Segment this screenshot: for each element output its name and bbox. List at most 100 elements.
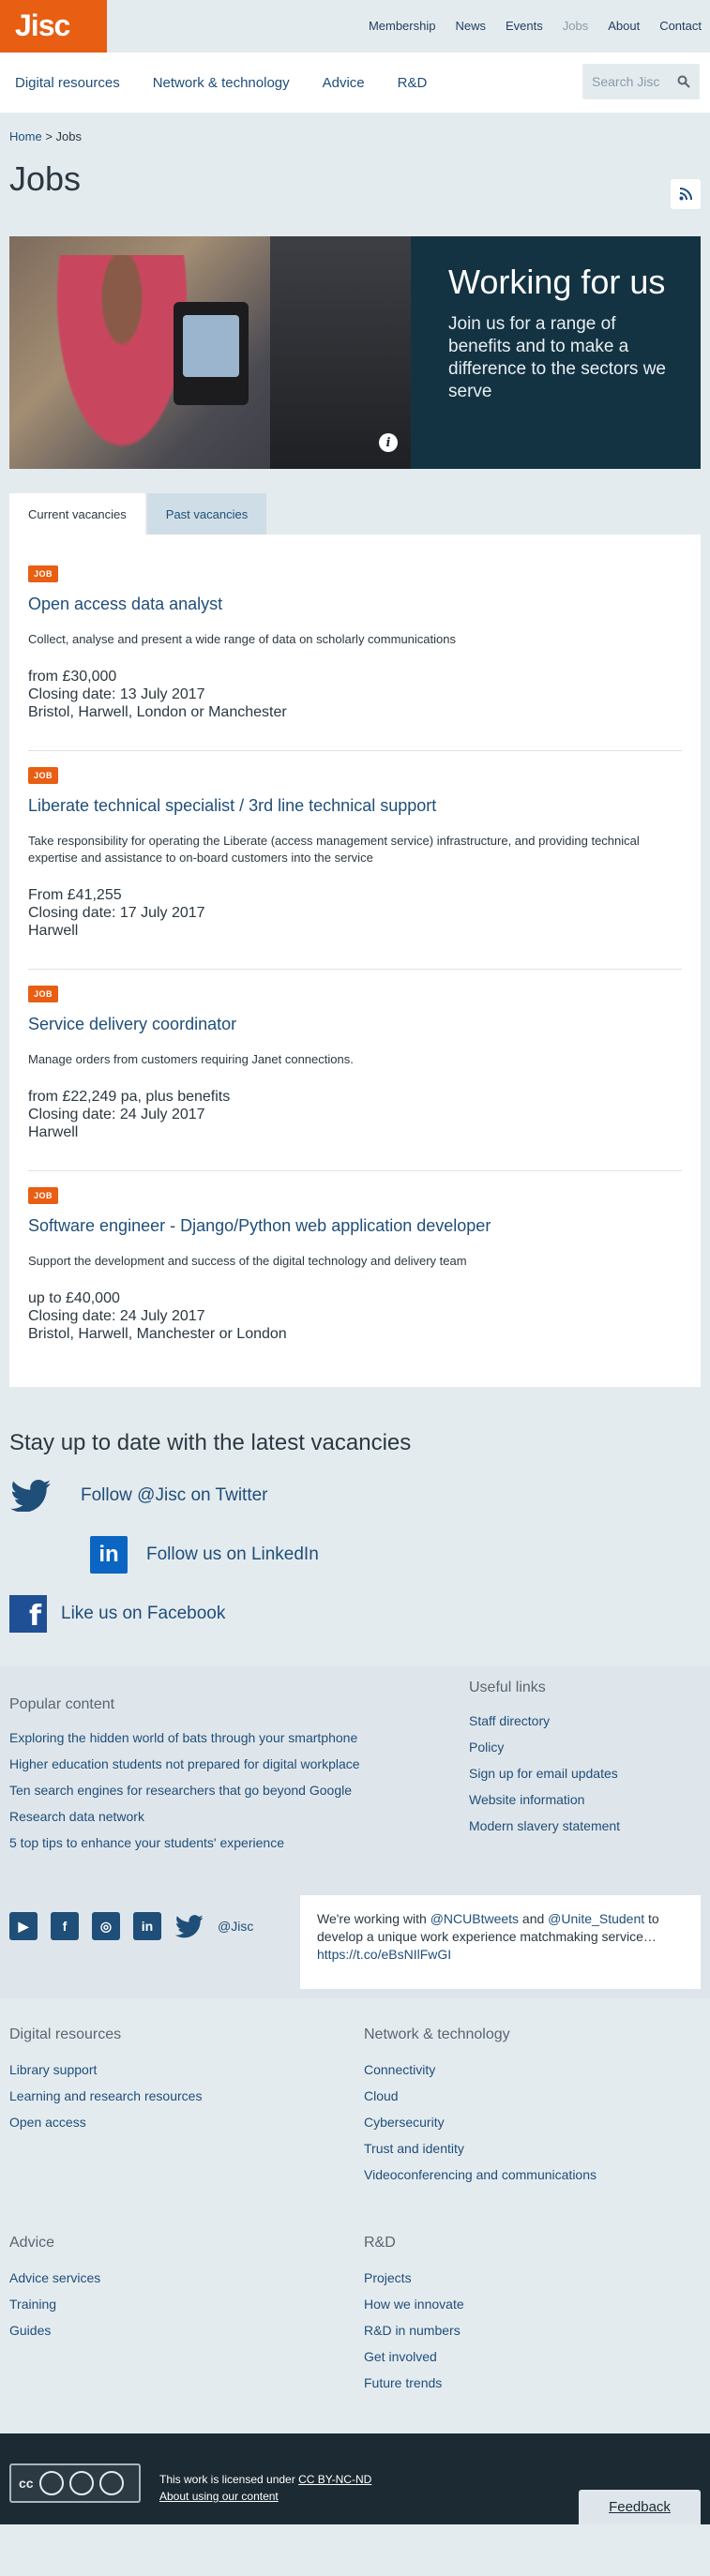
footer-link[interactable]: Training [9, 2291, 364, 2317]
topnav-about[interactable]: About [608, 19, 640, 33]
job-closing-date: Closing date: 17 July 2017 [28, 905, 205, 921]
job-description: Support the development and success of t… [28, 1254, 467, 1268]
follow-title: Stay up to date with the latest vacancie… [9, 1430, 412, 1455]
footer-network-technology: Network & technology Connectivity Cloud … [364, 2026, 701, 2188]
footer-link[interactable]: Future trends [364, 2370, 701, 2396]
footer-digital-resources: Digital resources Library support Learni… [9, 2026, 364, 2188]
popular-link[interactable]: Research data network [9, 1803, 360, 1830]
about-content-link[interactable]: About using our content [159, 2490, 279, 2503]
footer-link[interactable]: Get involved [364, 2343, 701, 2370]
facebook-small-icon[interactable]: f [51, 1912, 79, 1940]
job-badge: JOB [28, 767, 59, 784]
tab-current-vacancies[interactable]: Current vacancies [9, 493, 145, 535]
search-input[interactable]: Search Jisc [582, 64, 700, 99]
popular-link[interactable]: 5 top tips to enhance your students' exp… [9, 1830, 360, 1856]
footer-link[interactable]: Library support [9, 2056, 364, 2083]
twitter-icon [10, 1480, 51, 1512]
job-closing-date: Closing date: 24 July 2017 [28, 1308, 205, 1324]
footer-heading: Network & technology [364, 2026, 510, 2042]
footer-advice: Advice Advice services Training Guides [9, 2235, 364, 2396]
linkedin-follow[interactable]: in Follow us on LinkedIn [9, 1536, 701, 1574]
useful-link[interactable]: Staff directory [469, 1708, 620, 1734]
footer-link[interactable]: Open access [9, 2109, 364, 2135]
job-salary: from £30,000 [28, 669, 117, 685]
useful-link[interactable]: Policy [469, 1734, 620, 1760]
topnav-jobs[interactable]: Jobs [563, 19, 588, 33]
social-bar: ▶ f ◎ in @Jisc We're working with @NCUBt… [0, 1878, 710, 1998]
hero-image: i [9, 236, 411, 469]
topnav-contact[interactable]: Contact [659, 19, 702, 33]
tweet-mention[interactable]: @Unite_Student [548, 1911, 644, 1926]
vacancy-list: JOB Open access data analyst Collect, an… [9, 535, 701, 1387]
search-icon[interactable] [677, 75, 690, 88]
footer-link[interactable]: Cybersecurity [364, 2109, 701, 2135]
nav-network-technology[interactable]: Network & technology [153, 75, 290, 91]
rss-button[interactable] [671, 179, 701, 209]
instagram-icon[interactable]: ◎ [92, 1912, 120, 1940]
job-description: Manage orders from customers requiring J… [28, 1052, 354, 1066]
feedback-button[interactable]: Feedback [579, 2490, 701, 2524]
breadcrumb: Home > Jobs [0, 113, 710, 155]
job-salary: up to £40,000 [28, 1290, 120, 1306]
popular-link[interactable]: Exploring the hidden world of bats throu… [9, 1725, 360, 1751]
nav-rd[interactable]: R&D [398, 75, 428, 91]
license-link[interactable]: CC BY-NC-ND [298, 2473, 371, 2486]
useful-title: Useful links [469, 1680, 546, 1695]
footer-link[interactable]: Projects [364, 2265, 701, 2291]
nav-advice[interactable]: Advice [323, 75, 365, 91]
footer-link[interactable]: Advice services [9, 2265, 364, 2291]
footer-link[interactable]: Cloud [364, 2083, 701, 2109]
footer-link[interactable]: Connectivity [364, 2056, 701, 2083]
twitter-follow[interactable]: Follow @Jisc on Twitter [9, 1477, 701, 1514]
jisc-logo[interactable]: Jisc [0, 0, 107, 53]
twitter-small-icon[interactable] [174, 1914, 204, 1938]
useful-link[interactable]: Modern slavery statement [469, 1813, 620, 1839]
job-description: Collect, analyse and present a wide rang… [28, 632, 456, 646]
footer-link[interactable]: Videoconferencing and communications [364, 2162, 701, 2188]
cc-label: cc [19, 2476, 34, 2491]
hero-description: Join us for a range of benefits and to m… [448, 314, 666, 401]
job-salary: From £41,255 [28, 887, 122, 903]
footer-link[interactable]: Guides [9, 2317, 364, 2343]
job-salary: from £22,249 pa, plus benefits [28, 1089, 231, 1105]
linkedin-small-icon[interactable]: in [133, 1912, 161, 1940]
search-placeholder: Search Jisc [592, 74, 660, 89]
popular-link[interactable]: Higher education students not prepared f… [9, 1751, 360, 1777]
tab-past-vacancies[interactable]: Past vacancies [146, 493, 267, 535]
footer-link[interactable]: How we innovate [364, 2291, 701, 2317]
youtube-icon[interactable]: ▶ [9, 1912, 38, 1940]
job-badge: JOB [28, 986, 59, 1002]
main-nav: Digital resources Network & technology A… [0, 53, 710, 113]
nav-digital-resources[interactable]: Digital resources [15, 75, 120, 91]
footer-link[interactable]: Trust and identity [364, 2135, 701, 2162]
topnav-news[interactable]: News [455, 19, 486, 33]
job-title-link[interactable]: Service delivery coordinator [28, 1015, 682, 1034]
job-closing-date: Closing date: 24 July 2017 [28, 1107, 205, 1122]
info-icon[interactable]: i [379, 433, 398, 452]
facebook-follow[interactable]: f Like us on Facebook [9, 1595, 701, 1633]
rss-icon [679, 188, 692, 201]
linkedin-follow-label: Follow us on LinkedIn [146, 1544, 319, 1564]
license-text: This work is licensed under CC BY-NC-ND … [159, 2471, 371, 2505]
job-title-link[interactable]: Open access data analyst [28, 595, 682, 614]
job-title-link[interactable]: Software engineer - Django/Python web ap… [28, 1216, 682, 1236]
topnav-events[interactable]: Events [506, 19, 543, 33]
page-title: Jobs [9, 159, 82, 198]
useful-link[interactable]: Sign up for email updates [469, 1760, 620, 1786]
footer-link[interactable]: Learning and research resources [9, 2083, 364, 2109]
license-bar: cc This work is licensed under CC BY-NC-… [0, 2433, 710, 2524]
twitter-handle[interactable]: @Jisc [218, 1919, 253, 1934]
site-footer: Digital resources Library support Learni… [0, 1998, 710, 2433]
topnav-membership[interactable]: Membership [369, 19, 436, 33]
tweet-link[interactable]: https://t.co/eBsNIlFwGI [317, 1947, 451, 1962]
useful-link[interactable]: Website information [469, 1786, 620, 1813]
useful-links: Useful links Staff directory Policy Sign… [469, 1680, 620, 1839]
footer-link[interactable]: R&D in numbers [364, 2317, 701, 2343]
tweet-mention[interactable]: @NCUBtweets [431, 1911, 519, 1926]
popular-link[interactable]: Ten search engines for researchers that … [9, 1777, 360, 1803]
cc-license-icon[interactable]: cc [9, 2463, 141, 2503]
hero-banner: i Working for us Join us for a range of … [9, 236, 701, 469]
job-title-link[interactable]: Liberate technical specialist / 3rd line… [28, 796, 682, 816]
breadcrumb-home[interactable]: Home [9, 129, 42, 143]
footer-heading: Digital resources [9, 2026, 122, 2042]
